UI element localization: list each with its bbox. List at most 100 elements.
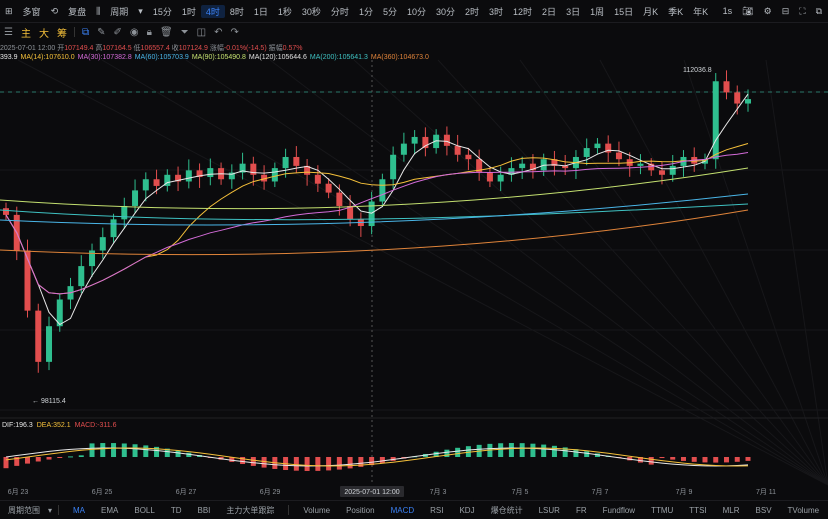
grid-line	[353, 59, 828, 486]
indicator-bsv[interactable]: BSV	[748, 506, 780, 515]
indicator-ma[interactable]: MA	[65, 506, 93, 515]
macd-bar	[659, 457, 665, 459]
indicator-lsur[interactable]: LSUR	[531, 506, 568, 515]
macd-bar	[3, 457, 9, 469]
grid-line	[519, 59, 828, 486]
macd-bar	[541, 444, 547, 457]
indicator-position[interactable]: Position	[338, 506, 382, 515]
divider	[58, 505, 60, 515]
candle-body	[723, 81, 730, 93]
macd-bar	[723, 457, 729, 463]
macd-bar	[680, 457, 686, 461]
macd-bar	[498, 443, 504, 457]
candle-body	[497, 174, 504, 182]
grid-line	[17, 59, 828, 486]
candle-body	[443, 134, 450, 146]
candle-body	[325, 183, 332, 193]
candle-body	[583, 148, 590, 157]
candle-body	[390, 154, 397, 180]
candle-body	[282, 156, 289, 169]
candle-body	[35, 310, 42, 362]
indicator-爆仓统计[interactable]: 爆仓统计	[483, 505, 531, 516]
crosshair-label: 2025-07-01 12:00	[344, 489, 399, 496]
macd-bar	[508, 443, 514, 457]
candle-body	[207, 168, 214, 178]
x-axis-label: 7月 3	[430, 488, 447, 496]
macd-bar	[551, 445, 557, 457]
grid-line	[185, 59, 828, 486]
candle-body	[336, 192, 343, 206]
range-selector[interactable]: 周期范围	[0, 505, 48, 516]
macd-bar	[261, 457, 267, 468]
candle-body	[745, 99, 751, 104]
macd-line	[5, 447, 749, 467]
macd-bar	[713, 457, 719, 463]
indicator-ema[interactable]: EMA	[93, 506, 126, 515]
x-axis-label: 6月 27	[176, 488, 197, 496]
indicator-fr[interactable]: FR	[568, 506, 595, 515]
indicator-td[interactable]: TD	[163, 506, 190, 515]
candle-body	[465, 154, 472, 160]
candle-body	[132, 190, 139, 206]
macd-bar	[745, 457, 751, 461]
chevron-down-icon[interactable]: ▾	[48, 506, 52, 515]
candle-body	[637, 163, 644, 166]
indicator-macd[interactable]: MACD	[383, 506, 423, 515]
x-axis-label: 6月 25	[92, 488, 113, 496]
macd-bar	[444, 449, 450, 457]
indicator-rsi[interactable]: RSI	[422, 506, 451, 515]
macd-bar	[691, 457, 697, 462]
candle-body	[669, 165, 676, 175]
macd-bar	[347, 457, 353, 469]
macd-bar	[111, 443, 117, 457]
candle-body	[519, 163, 526, 169]
candle-body	[400, 143, 407, 155]
candle-body	[454, 145, 461, 155]
candle-body	[411, 136, 418, 144]
candle-body	[712, 81, 719, 160]
grid-line	[101, 59, 828, 486]
macd-bar	[379, 457, 385, 464]
macd-bar	[89, 443, 95, 457]
candle-body	[594, 143, 601, 149]
candle-body	[271, 168, 278, 182]
indicator-主力大单跟踪[interactable]: 主力大单跟踪	[218, 505, 282, 516]
grid-line	[437, 59, 828, 486]
candle-body	[734, 92, 741, 104]
macd-bar	[455, 447, 461, 457]
candle-body	[99, 237, 106, 251]
macd-bar	[250, 457, 256, 466]
macd-bar	[35, 457, 41, 462]
macd-bar	[78, 455, 84, 457]
candle-body	[615, 152, 622, 160]
candle-body	[46, 326, 53, 362]
indicator-volume[interactable]: Volume	[295, 506, 338, 515]
low-price-label: ← 98115.4	[32, 398, 66, 405]
indicator-ttmu[interactable]: TTMU	[643, 506, 681, 515]
divider	[288, 505, 290, 515]
macd-bar	[702, 457, 708, 463]
candle-body	[379, 179, 386, 202]
macd-bar	[734, 457, 740, 462]
indicator-boll[interactable]: BOLL	[126, 506, 162, 515]
macd-bar	[68, 456, 74, 458]
candle-body	[314, 174, 321, 184]
indicator-kdj[interactable]: KDJ	[451, 506, 482, 515]
candle-body	[121, 205, 128, 220]
macd-bar	[121, 443, 127, 457]
macd-bar	[670, 457, 676, 460]
high-price-label: 112036.8	[683, 67, 712, 74]
candle-body	[293, 156, 300, 166]
indicator-tvolume[interactable]: TVolume	[780, 506, 828, 515]
candle-body	[153, 179, 160, 186]
price-chart[interactable]: 112036.8 ← 98115.4 6月 23 6月 25 6月 27 6月 29 7月 …	[0, 0, 828, 500]
candle-body	[658, 170, 665, 175]
indicator-ttsi[interactable]: TTSI	[681, 506, 714, 515]
indicator-fundflow[interactable]: Fundflow	[595, 506, 643, 515]
indicator-bar: 周期范围 ▾ MA EMA BOLL TD BBI 主力大单跟踪 Volume Position M…	[0, 500, 828, 519]
x-axis-label: 7月 5	[512, 488, 529, 496]
macd-bar	[25, 457, 31, 464]
indicator-mlr[interactable]: MLR	[715, 506, 748, 515]
indicator-bbi[interactable]: BBI	[190, 506, 219, 515]
macd-bar	[465, 446, 471, 457]
